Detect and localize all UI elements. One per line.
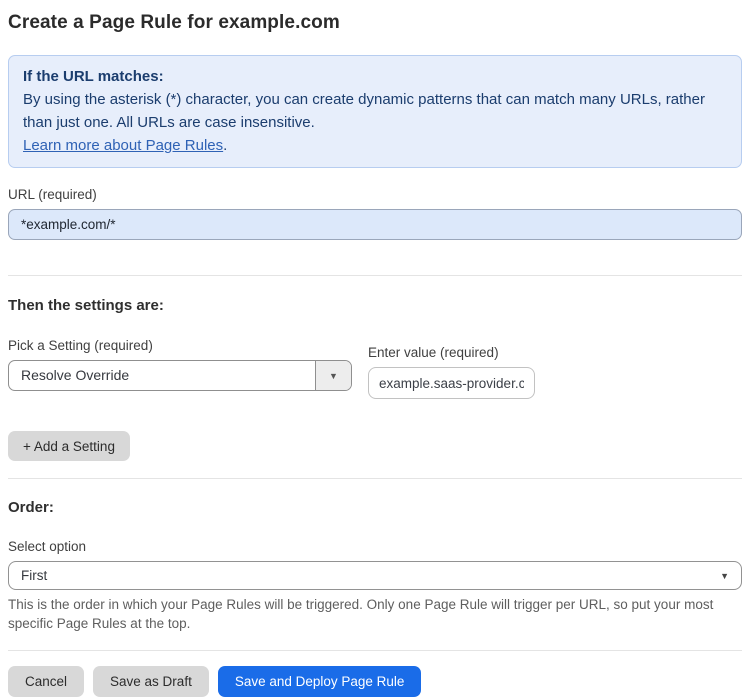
pick-setting-label: Pick a Setting (required) [8, 338, 153, 353]
enter-value-column: Enter value (required) [368, 345, 535, 399]
url-input[interactable] [8, 209, 742, 240]
info-box-body: By using the asterisk (*) character, you… [23, 91, 705, 131]
order-select-label: Select option [8, 539, 87, 554]
setting-select[interactable]: Resolve Override ▼ [8, 360, 352, 391]
url-label: URL (required) [8, 187, 97, 202]
info-box-heading: If the URL matches: [23, 68, 164, 85]
divider [8, 275, 742, 276]
form-actions: Cancel Save as Draft Save and Deploy Pag… [8, 666, 742, 697]
settings-heading: Then the settings are: [8, 297, 164, 314]
save-draft-button[interactable]: Save as Draft [93, 666, 209, 697]
divider [8, 650, 742, 651]
chevron-down-icon: ▼ [720, 570, 729, 581]
divider [8, 478, 742, 479]
order-select[interactable]: First ▼ [8, 561, 742, 590]
setting-select-arrow-box[interactable]: ▼ [315, 361, 351, 390]
cancel-button[interactable]: Cancel [8, 666, 85, 697]
save-deploy-button[interactable]: Save and Deploy Page Rule [217, 666, 422, 697]
order-help-text: This is the order in which your Page Rul… [8, 597, 714, 631]
learn-more-link[interactable]: Learn more about Page Rules [23, 137, 223, 154]
info-box-link-line: Learn more about Page Rules. [23, 134, 727, 157]
link-suffix: . [223, 137, 228, 154]
order-select-value: First [21, 568, 48, 583]
order-heading: Order: [8, 499, 54, 516]
setting-value-input[interactable] [368, 367, 535, 399]
setting-select-value: Resolve Override [21, 367, 130, 383]
settings-row: Pick a Setting (required) Resolve Overri… [8, 338, 742, 399]
pick-setting-column: Pick a Setting (required) Resolve Overri… [8, 338, 352, 399]
enter-value-label: Enter value (required) [368, 345, 499, 360]
chevron-down-icon: ▼ [329, 370, 338, 381]
page-title: Create a Page Rule for example.com [8, 12, 340, 33]
create-page-rule-form: Create a Page Rule for example.com If th… [0, 0, 750, 697]
url-match-info-box: If the URL matches: By using the asteris… [8, 55, 742, 168]
add-setting-button[interactable]: + Add a Setting [8, 431, 130, 461]
